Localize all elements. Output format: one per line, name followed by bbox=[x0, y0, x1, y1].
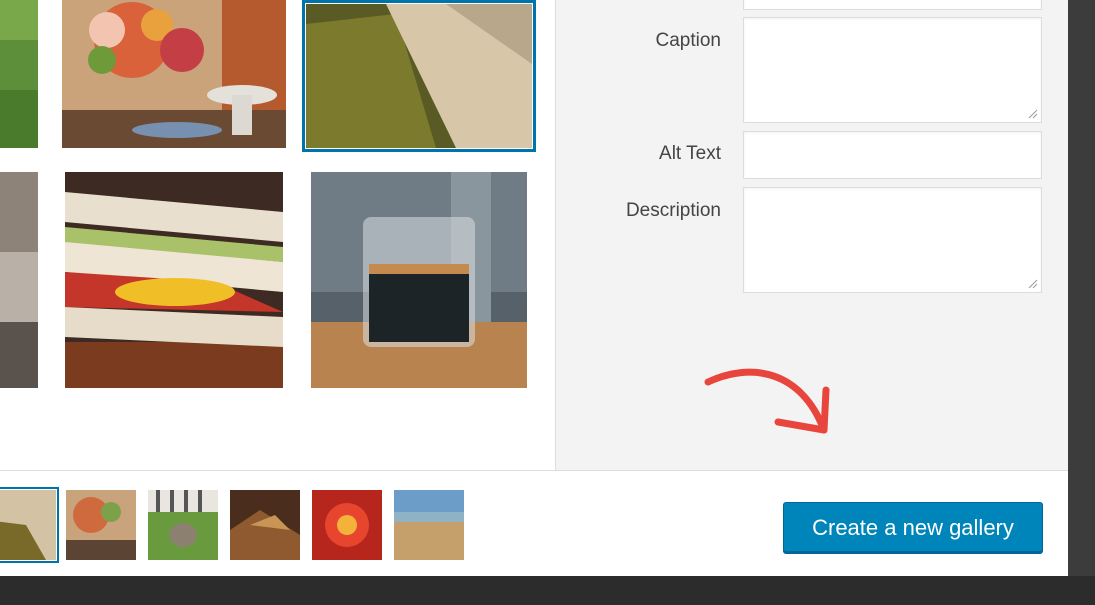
espresso-glass-thumbnail bbox=[311, 172, 527, 388]
attachment-flowers[interactable] bbox=[62, 0, 286, 148]
attachment-espresso[interactable] bbox=[311, 172, 527, 388]
title-field-partial[interactable] bbox=[743, 0, 1042, 10]
red-flower-mini-thumbnail bbox=[312, 490, 382, 560]
attachment-details-sidebar: Caption Alt Text Description bbox=[555, 0, 1068, 470]
sandwich-thumbnail bbox=[65, 172, 283, 388]
caption-textarea[interactable] bbox=[743, 17, 1042, 123]
grass-thumbnail bbox=[0, 0, 38, 148]
cat-grass-mini-thumbnail bbox=[148, 490, 218, 560]
media-toolbar: Create a new gallery bbox=[0, 470, 1068, 576]
page-overlay-bottom bbox=[0, 576, 1095, 605]
flowers-table-thumbnail bbox=[62, 0, 286, 148]
description-textarea[interactable] bbox=[743, 187, 1042, 293]
partial-thumbnail bbox=[0, 172, 38, 388]
attachment-coast-selected[interactable] bbox=[306, 4, 532, 148]
flowers-mini-thumbnail bbox=[66, 490, 136, 560]
media-modal: Caption Alt Text Description Create a ne… bbox=[0, 0, 1068, 576]
selection-thumb-cat[interactable] bbox=[148, 490, 218, 560]
selection-thumb-canyon[interactable] bbox=[230, 490, 300, 560]
coast-cliff-thumbnail bbox=[306, 4, 532, 148]
coast-mini-thumbnail bbox=[0, 490, 56, 560]
canyon-mini-thumbnail bbox=[230, 490, 300, 560]
selection-thumb-beach[interactable] bbox=[394, 490, 464, 560]
selection-thumb-coast[interactable] bbox=[0, 490, 56, 560]
resize-handle-icon[interactable] bbox=[1028, 109, 1038, 119]
beach-mini-thumbnail bbox=[394, 490, 464, 560]
create-new-gallery-button[interactable]: Create a new gallery bbox=[783, 502, 1043, 552]
media-grid bbox=[0, 0, 555, 470]
attachment-grass[interactable] bbox=[0, 0, 38, 148]
selection-thumb-flower-red[interactable] bbox=[312, 490, 382, 560]
alt-text-label: Alt Text bbox=[659, 143, 721, 164]
caption-label: Caption bbox=[655, 30, 722, 51]
alt-text-input[interactable] bbox=[743, 131, 1042, 179]
selection-thumb-flowers[interactable] bbox=[66, 490, 136, 560]
attachment-sandwich[interactable] bbox=[65, 172, 283, 388]
description-label: Description bbox=[625, 200, 721, 221]
attachment-partial[interactable] bbox=[0, 172, 38, 388]
resize-handle-icon[interactable] bbox=[1028, 279, 1038, 289]
annotation-arrow-icon bbox=[704, 368, 830, 434]
page-overlay-right bbox=[1068, 0, 1095, 605]
